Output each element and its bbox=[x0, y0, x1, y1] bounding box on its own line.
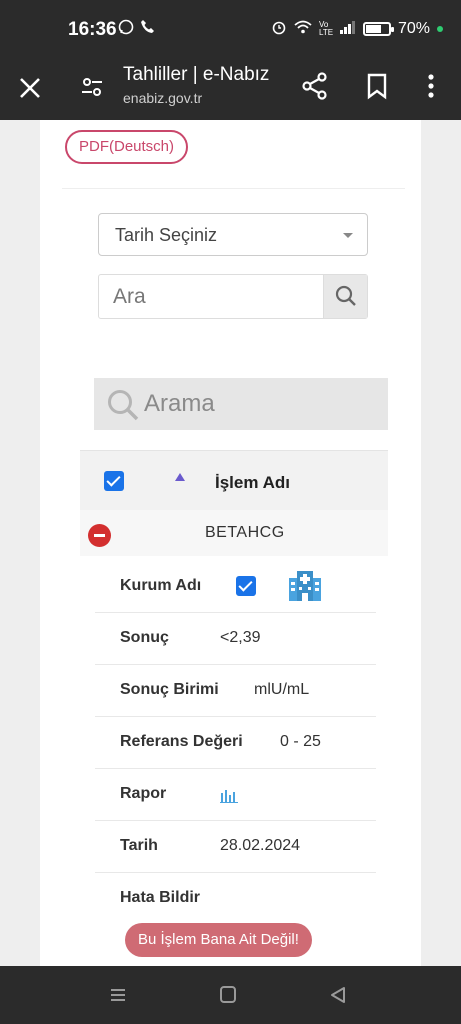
date-select[interactable]: Tarih Seçiniz bbox=[98, 213, 368, 256]
search-button[interactable] bbox=[323, 275, 367, 318]
pdf-deutsch-button[interactable]: PDF(Deutsch) bbox=[65, 130, 189, 164]
volte-icon: Vo LTE bbox=[318, 20, 334, 37]
detail-row-hata-bildir: Hata Bildir bbox=[95, 873, 376, 925]
detail-value: 28.02.2024 bbox=[220, 837, 301, 854]
detail-row-referans: Referans Değeri 0 - 25 bbox=[95, 717, 376, 769]
recent-apps-icon[interactable] bbox=[110, 987, 126, 1003]
detail-row-sonuc: Sonuç <2,39 bbox=[95, 613, 376, 665]
select-all-checkbox[interactable] bbox=[104, 471, 124, 491]
battery-icon bbox=[362, 22, 394, 36]
detail-value: 0 - 25 bbox=[280, 733, 321, 750]
search-input[interactable] bbox=[100, 276, 322, 317]
table-header: İşlem Adı bbox=[80, 450, 388, 510]
table-row[interactable]: BETAHCG bbox=[80, 510, 388, 556]
whatsapp-icon bbox=[118, 19, 134, 40]
phone-icon bbox=[140, 19, 155, 39]
back-icon[interactable] bbox=[330, 986, 346, 1004]
wifi-icon bbox=[294, 20, 312, 38]
more-options-icon[interactable] bbox=[424, 70, 438, 102]
search-icon bbox=[108, 390, 139, 421]
privacy-indicator-dot bbox=[437, 26, 443, 32]
collapse-icon[interactable] bbox=[88, 524, 111, 547]
alarm-icon bbox=[271, 19, 287, 39]
page-url: enabiz.gov.tr bbox=[123, 90, 203, 106]
report-error-button[interactable]: Bu İşlem Bana Ait Değil! bbox=[125, 923, 312, 957]
detail-value: <2,39 bbox=[220, 629, 261, 646]
table-filter bbox=[94, 378, 388, 430]
detail-label: Kurum Adı bbox=[120, 577, 202, 594]
filter-input[interactable] bbox=[144, 386, 374, 422]
detail-row-tarih: Tarih 28.02.2024 bbox=[95, 821, 376, 873]
detail-label: Hata Bildir bbox=[120, 889, 201, 906]
system-icons: Vo LTE 70% bbox=[271, 19, 443, 39]
search-icon bbox=[335, 285, 356, 306]
detail-label: Sonuç bbox=[120, 629, 169, 646]
date-select-value: Tarih Seçiniz bbox=[115, 225, 218, 245]
detail-row-sonuc-birimi: Sonuç Birimi mlU/mL bbox=[95, 665, 376, 717]
detail-label: Sonuç Birimi bbox=[120, 681, 219, 698]
hospital-icon[interactable] bbox=[287, 569, 323, 608]
column-header-islem-adi[interactable]: İşlem Adı bbox=[215, 473, 290, 493]
home-icon[interactable] bbox=[220, 986, 236, 1003]
test-name: BETAHCG bbox=[205, 524, 285, 541]
status-bar: 16:36 Vo LTE 70% bbox=[0, 0, 461, 58]
system-navigation-bar bbox=[0, 966, 461, 1024]
signal-icon bbox=[339, 20, 356, 38]
chevron-down-icon bbox=[343, 233, 353, 238]
detail-value: mlU/mL bbox=[254, 681, 310, 698]
detail-row-kurum: Kurum Adı bbox=[95, 561, 376, 613]
bookmark-icon[interactable] bbox=[366, 72, 388, 100]
page-title: Tahliller | e-Nabız bbox=[123, 64, 270, 85]
sort-asc-icon[interactable] bbox=[175, 473, 185, 481]
page-content: PDF(Deutsch) Tarih Seçiniz İşlem Adı BET… bbox=[0, 120, 461, 966]
divider bbox=[62, 188, 405, 189]
share-icon[interactable] bbox=[302, 72, 328, 100]
site-settings-icon[interactable] bbox=[80, 75, 104, 99]
browser-toolbar: Tahliller | e-Nabız enabiz.gov.tr bbox=[0, 58, 461, 120]
kurum-checkbox[interactable] bbox=[236, 576, 256, 596]
report-chart-icon[interactable] bbox=[220, 787, 238, 808]
detail-row-rapor: Rapor bbox=[95, 769, 376, 821]
battery-percent: 70% bbox=[397, 20, 430, 37]
status-time: 16:36 bbox=[68, 19, 117, 40]
detail-label: Referans Değeri bbox=[120, 733, 243, 750]
results-card: PDF(Deutsch) Tarih Seçiniz İşlem Adı BET… bbox=[40, 120, 421, 966]
detail-label: Tarih bbox=[120, 837, 158, 854]
detail-label: Rapor bbox=[120, 785, 167, 802]
search-box bbox=[98, 274, 368, 319]
close-icon[interactable] bbox=[18, 70, 42, 106]
